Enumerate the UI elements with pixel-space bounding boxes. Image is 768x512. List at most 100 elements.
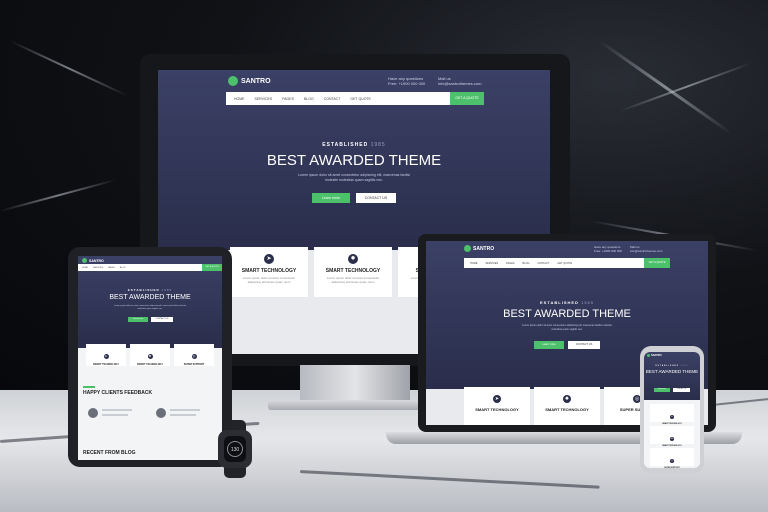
hero-subtext: Lorem ipsum dolor sit amet consectetur a… [114, 305, 186, 310]
established-year: 1985 [161, 288, 173, 292]
rocket-icon: ➤ [670, 415, 674, 419]
contact-us-button[interactable]: CONTACT US [356, 193, 396, 203]
device-mockup-scene: SANTRO Have any questions Free: +1900 00… [0, 0, 768, 512]
established-label: ESTABLISHED 1985 [78, 288, 222, 292]
feature-card: ➤ SMART TECHNOLOGY [464, 387, 530, 425]
get-quote-button[interactable]: Get a quote [644, 258, 670, 268]
hero-headline: BEST AWARDED THEME [266, 152, 442, 169]
hero-section: SANTRO Home Services Pages Blog Get a qu… [78, 256, 222, 348]
logo-icon [647, 354, 650, 357]
feature-title: SUPER SUPPORT [183, 363, 205, 366]
gear-icon: ✹ [348, 254, 358, 264]
feature-card: ➤ SMART TECHNOLOGY [86, 344, 126, 366]
contact-phone: Have any questions Free: +1900 000 000 [594, 245, 622, 253]
established-label: ESTABLISHED 1985 [158, 142, 550, 148]
hero-section: SANTRO Have any questions Free: +1900 00… [158, 70, 550, 250]
hero-headline: BEST AWARDED THEME [109, 294, 191, 301]
nav-contact[interactable]: Contact [538, 262, 550, 265]
feature-card: ✹ SMART TECHNOLOGY Lorem ipsum dolor sit… [314, 247, 392, 297]
learn-more-button[interactable]: Learn more [312, 193, 350, 203]
email-value: info@santrothemes.com [630, 249, 663, 253]
brand-logo[interactable]: SANTRO [228, 76, 271, 86]
get-quote-button[interactable]: Get a quote [202, 264, 222, 271]
nav-blog[interactable]: Blog [304, 97, 314, 101]
rocket-icon: ➤ [264, 254, 274, 264]
feature-title: SMART TECHNOLOGY [136, 363, 164, 366]
brand-logo[interactable]: SANTRO [647, 354, 662, 357]
feature-title: SMART TECHNOLOGY [92, 363, 120, 366]
gear-icon: ✹ [563, 395, 571, 403]
established-year: 1985 [370, 142, 386, 148]
phone-value: Free: +1900 000 000 [388, 81, 426, 86]
established-year: 1985 [581, 300, 594, 305]
brand-name: SANTRO [473, 245, 495, 252]
monitor-stand [300, 365, 410, 405]
feature-title: SMART TECHNOLOGY [475, 407, 519, 412]
monitor-base [268, 400, 438, 410]
brand-logo[interactable]: SANTRO [464, 245, 494, 252]
feature-title: SMART TECHNOLOGY [662, 423, 682, 425]
established-label: ESTABLISHED 1985 [644, 365, 700, 367]
get-quote-button[interactable]: Get a quote [450, 92, 484, 105]
feature-title: SMART TECHNOLOGY [545, 407, 589, 412]
nav-pages[interactable]: Pages [506, 262, 514, 265]
nav-pages[interactable]: Pages [108, 267, 115, 269]
learn-more-button[interactable]: Learn more [654, 388, 670, 392]
nav-services[interactable]: Services [93, 267, 103, 269]
contact-email: Mail us info@santrothemes.com [630, 245, 663, 253]
contact-us-button[interactable]: CONTACT US [568, 341, 600, 349]
logo-icon [82, 258, 87, 263]
gear-icon: ✹ [670, 437, 674, 441]
learn-more-button[interactable]: Learn more [128, 317, 148, 322]
feature-card: ✹ SMART TECHNOLOGY [650, 426, 694, 447]
rocket-icon: ➤ [103, 354, 109, 359]
feature-card: ➤ SMART TECHNOLOGY [650, 404, 694, 425]
feature-title: SMART TECHNOLOGY [662, 445, 682, 447]
nav-home[interactable]: Home [470, 262, 478, 265]
nav-blog[interactable]: Blog [523, 262, 530, 265]
nav-services[interactable]: Services [255, 97, 273, 101]
feature-card: ◎ SUPER SUPPORT [650, 448, 694, 468]
testimonials-title: HAPPY CLIENTS FEEDBACK [83, 390, 153, 396]
established-label: ESTABLISHED 1985 [426, 300, 708, 305]
feature-card: ✹ SMART TECHNOLOGY [130, 344, 170, 366]
contact-email: Mail us info@santrothemes.com [438, 76, 481, 86]
nav-services[interactable]: Services [486, 262, 499, 265]
hero-subtext: Lorem ipsum dolor sit amet consectetur a… [522, 324, 612, 331]
tablet-screen: SANTRO Home Services Pages Blog Get a qu… [78, 256, 222, 460]
target-icon: ◎ [191, 354, 197, 359]
hero-headline: BEST AWARDED THEME [503, 308, 631, 320]
nav-get-quote[interactable]: Get quote [557, 262, 572, 265]
feature-desc: Lorem ipsum dolor sit amet consectetur a… [326, 276, 380, 284]
feature-card: ✹ SMART TECHNOLOGY [534, 387, 600, 425]
text-placeholder [102, 409, 132, 411]
nav-home[interactable]: Home [234, 97, 245, 101]
logo-icon [464, 245, 471, 252]
logo-icon [228, 76, 238, 86]
text-placeholder [102, 414, 128, 416]
brand-logo[interactable]: SANTRO [82, 258, 104, 263]
nav-home[interactable]: Home [82, 267, 88, 269]
gear-icon: ✹ [147, 354, 153, 359]
nav-blog[interactable]: Blog [120, 267, 126, 269]
contact-us-button[interactable]: CONTACT US [673, 388, 690, 392]
nav-get-quote[interactable]: Get quote [350, 97, 371, 101]
hero-headline: BEST AWARDED THEME [645, 369, 699, 374]
nav-pages[interactable]: Pages [282, 97, 294, 101]
feature-card: ➤ SMART TECHNOLOGY Lorem ipsum dolor sit… [230, 247, 308, 297]
established-year: 1985 [680, 365, 689, 367]
feature-desc: Lorem ipsum dolor sit amet consectetur a… [242, 276, 296, 284]
established-text: ESTABLISHED [655, 365, 680, 367]
contact-us-button[interactable]: CONTACT US [151, 317, 173, 322]
avatar [88, 408, 98, 418]
feature-title: SUPER SUPPORT [664, 467, 680, 468]
text-placeholder [170, 414, 196, 416]
rocket-icon: ➤ [493, 395, 501, 403]
established-text: ESTABLISHED [540, 300, 579, 305]
phone-screen: SANTRO ESTABLISHED 1985 BEST AWARDED THE… [644, 352, 700, 468]
nav-contact[interactable]: Contact [324, 97, 341, 101]
navbar: Home Services Pages Blog Get a quote [78, 264, 222, 271]
established-text: ESTABLISHED [127, 288, 160, 292]
learn-more-button[interactable]: Learn more [534, 341, 564, 349]
target-icon: ◎ [670, 459, 674, 463]
